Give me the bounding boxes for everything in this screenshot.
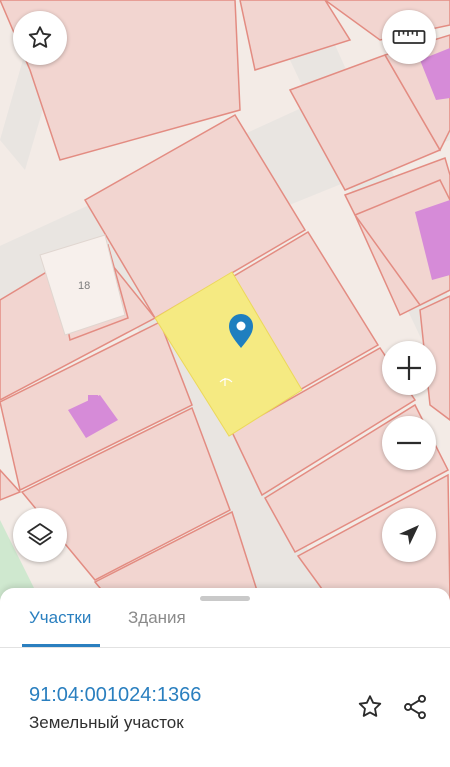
layers-icon	[27, 523, 53, 546]
share-button[interactable]	[398, 690, 432, 724]
bottom-sheet: Участки Здания 91:04:001024:1366 Земельн…	[0, 588, 450, 767]
ruler-button[interactable]	[382, 10, 436, 64]
star-outline-icon	[28, 26, 52, 48]
sheet-tabs: Участки Здания	[0, 606, 450, 636]
lot-label: 18	[78, 280, 90, 292]
my-location-button[interactable]	[382, 508, 436, 562]
zoom-in-button[interactable]	[382, 341, 436, 395]
layers-button[interactable]	[13, 508, 67, 562]
tabs-divider	[0, 647, 450, 648]
favorite-parcel-button[interactable]	[353, 690, 387, 724]
star-outline-icon	[358, 695, 382, 717]
tab-buildings[interactable]: Здания	[128, 608, 186, 628]
favorite-map-button[interactable]	[13, 11, 67, 65]
plus-icon	[397, 356, 421, 380]
map-canvas[interactable]: 18	[0, 0, 450, 600]
minus-icon	[397, 441, 421, 445]
zoom-out-button[interactable]	[382, 416, 436, 470]
ruler-icon	[392, 30, 426, 44]
object-type-label: Земельный участок	[29, 713, 184, 732]
share-icon	[404, 694, 426, 720]
tab-parcels[interactable]: Участки	[29, 608, 91, 628]
sheet-drag-handle[interactable]	[200, 596, 250, 601]
cadastral-number-link[interactable]: 91:04:001024:1366	[29, 684, 201, 707]
navigation-arrow-icon	[399, 525, 419, 545]
